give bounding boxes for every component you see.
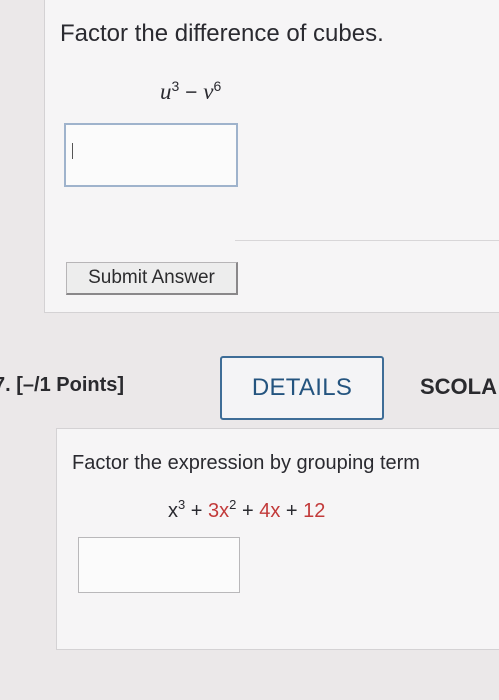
question-7-prompt: Factor the expression by grouping term [72, 452, 420, 474]
expr-3x: 3x [208, 500, 230, 522]
expr-u: u [160, 79, 172, 104]
expr-u-exponent: 3 [171, 78, 180, 94]
text-cursor [72, 143, 73, 159]
expr-plus-3: + [285, 500, 298, 522]
expr-plus-2: + [241, 500, 254, 522]
question-7-expression: x3 + 3x2 + 4x + 12 [168, 497, 325, 523]
question-7-answer-input[interactable] [78, 537, 240, 593]
expr-12: 12 [303, 500, 326, 522]
question-6-prompt: Factor the difference of cubes. [60, 20, 384, 47]
expr-x-exponent: 3 [178, 497, 186, 512]
submit-answer-button[interactable]: Submit Answer [66, 262, 238, 295]
expr-plus-1: + [190, 500, 203, 522]
expr-minus: − [185, 81, 198, 104]
source-label: SCOLA [420, 374, 497, 399]
expr-x: x [168, 500, 178, 522]
question-number: 7. [0, 374, 11, 396]
points-label: [–/1 Points] [16, 374, 125, 396]
details-button[interactable]: DETAILS [220, 356, 384, 420]
expr-3x-exponent: 2 [229, 497, 237, 512]
question-6-answer-input[interactable] [64, 123, 238, 187]
expr-v: v [203, 79, 214, 104]
question-6-expression: u3 − v6 [160, 78, 221, 105]
question-7-header: 7. [–/1 Points] [0, 374, 124, 397]
expr-4x: 4x [259, 500, 281, 522]
divider [235, 240, 499, 241]
expr-v-exponent: 6 [213, 78, 222, 94]
